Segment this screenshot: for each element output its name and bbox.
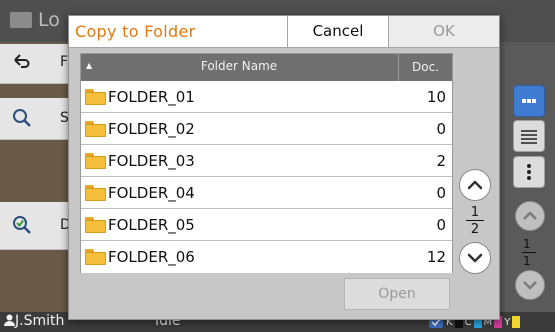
page-number: 1 xyxy=(470,205,480,220)
folder-row[interactable]: FOLDER_05 0 xyxy=(81,209,452,241)
folder-icon xyxy=(10,12,32,28)
background-search-button[interactable]: S xyxy=(0,98,70,140)
thumbnail-view-button[interactable] xyxy=(513,85,545,117)
dialog-header: Copy to Folder Cancel OK xyxy=(69,16,499,48)
background-page-divider xyxy=(522,252,536,253)
page-total: 2 xyxy=(470,222,480,237)
ok-button[interactable]: OK xyxy=(388,16,499,47)
list-view-button[interactable] xyxy=(513,120,545,152)
page-divider xyxy=(466,220,484,221)
folder-row[interactable]: FOLDER_06 12 xyxy=(81,241,452,273)
list-icon xyxy=(521,130,537,144)
folder-doc-count: 12 xyxy=(426,248,446,266)
cancel-button[interactable]: Cancel xyxy=(287,16,388,47)
user-label[interactable]: J.Smith xyxy=(4,313,64,329)
folder-name: FOLDER_06 xyxy=(108,248,195,266)
check-search-icon xyxy=(12,215,32,240)
folder-doc-count: 2 xyxy=(436,152,446,170)
folder-name: FOLDER_03 xyxy=(108,152,195,170)
folder-icon xyxy=(85,217,106,233)
folder-icon xyxy=(85,89,106,105)
dialog-title: Copy to Folder xyxy=(75,22,196,41)
folder-name: FOLDER_04 xyxy=(108,184,195,202)
search-icon xyxy=(12,108,32,133)
list-header: ▲ Folder Name Doc. xyxy=(81,54,452,81)
folder-name: FOLDER_05 xyxy=(108,216,195,234)
background-page-num: 1 xyxy=(523,237,531,251)
user-icon xyxy=(4,314,15,326)
folder-list: ▲ Folder Name Doc. FOLDER_01 10 FOLDER_0… xyxy=(80,53,453,273)
background-back-button[interactable]: F xyxy=(0,44,70,84)
background-scroll-down[interactable] xyxy=(515,270,545,300)
ink-y-bar xyxy=(512,316,521,328)
background-right-panel: 1 1 xyxy=(500,42,555,312)
grid-icon xyxy=(522,99,536,103)
folder-doc-count: 0 xyxy=(436,216,446,234)
column-header-doc[interactable]: Doc. xyxy=(398,54,452,81)
folder-doc-count: 10 xyxy=(426,88,446,106)
back-arrow-icon xyxy=(12,52,30,75)
copy-to-folder-dialog: Copy to Folder Cancel OK ▲ Folder Name D… xyxy=(68,15,500,320)
background-page-total: 1 xyxy=(523,254,531,268)
background-left-panel: F S D xyxy=(0,42,71,312)
chevron-up-icon xyxy=(467,180,483,190)
column-header-folder-name[interactable]: Folder Name xyxy=(81,59,397,73)
folder-row[interactable]: FOLDER_04 0 xyxy=(81,177,452,209)
chevron-up-icon xyxy=(523,211,537,220)
chevron-down-icon xyxy=(467,253,483,263)
more-vertical-icon xyxy=(527,164,531,180)
folder-icon xyxy=(85,249,106,265)
ink-y-label: Y xyxy=(504,316,511,328)
background-detail-search-button[interactable]: D xyxy=(0,202,71,250)
folder-name: FOLDER_02 xyxy=(108,120,195,138)
scroll-up-button[interactable] xyxy=(459,169,491,201)
chevron-down-icon xyxy=(523,281,537,290)
background-title: Lo xyxy=(38,9,60,31)
background-back-label: F xyxy=(60,54,69,70)
more-options-button[interactable] xyxy=(513,156,545,188)
folder-row[interactable]: FOLDER_01 10 xyxy=(81,81,452,113)
folder-row[interactable]: FOLDER_03 2 xyxy=(81,145,452,177)
scroll-down-button[interactable] xyxy=(459,242,491,274)
folder-icon xyxy=(85,121,106,137)
background-scroll-up[interactable] xyxy=(515,201,545,231)
folder-icon xyxy=(85,185,106,201)
background-spacer xyxy=(0,257,70,299)
folder-icon xyxy=(85,153,106,169)
folder-doc-count: 0 xyxy=(436,120,446,138)
folder-name: FOLDER_01 xyxy=(108,88,195,106)
folder-doc-count: 0 xyxy=(436,184,446,202)
background-spacer xyxy=(0,157,70,199)
user-name: J.Smith xyxy=(15,313,65,329)
folder-row[interactable]: FOLDER_02 0 xyxy=(81,113,452,145)
open-button[interactable]: Open xyxy=(344,278,450,310)
